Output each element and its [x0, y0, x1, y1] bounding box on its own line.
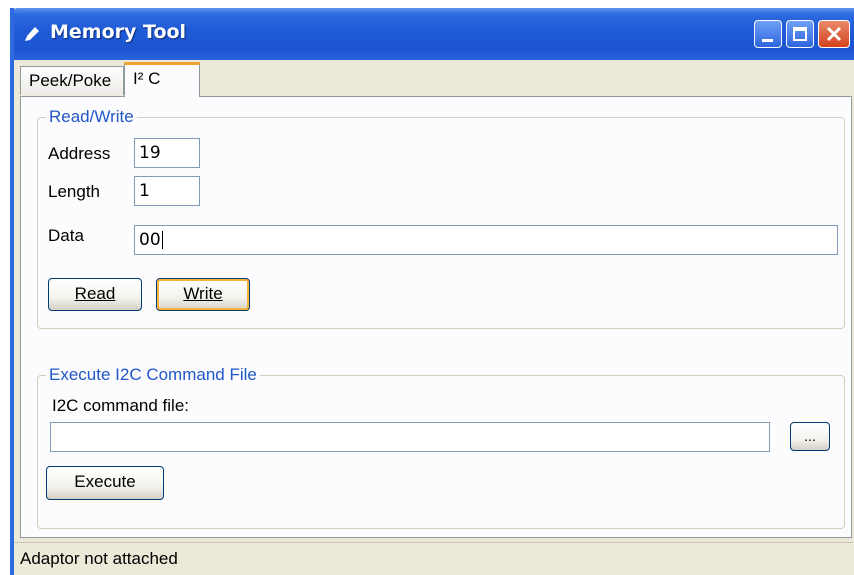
data-field-value: 00 — [139, 230, 161, 250]
maximize-icon — [793, 27, 807, 41]
address-label: Address — [48, 144, 111, 163]
read-write-group: Read/Write Address 19 Length 1 Data 00 R… — [37, 107, 845, 329]
status-bar: Adaptor not attached — [14, 542, 854, 575]
data-field[interactable]: 00 — [134, 225, 838, 255]
tab-i2c[interactable]: I² C — [124, 62, 200, 97]
length-field[interactable]: 1 — [134, 176, 200, 206]
length-label: Length — [48, 182, 100, 201]
execute-command-group: Execute I2C Command File I2C command fil… — [37, 365, 845, 529]
maximize-button[interactable] — [786, 20, 814, 48]
command-file-field[interactable] — [50, 422, 770, 452]
address-field[interactable]: 19 — [134, 138, 200, 168]
tab-strip: Peek/Poke I² C — [14, 60, 854, 98]
memory-tool-window: Memory Tool Peek/Poke I² C Read/Write Ad… — [10, 8, 854, 575]
text-caret — [161, 231, 163, 249]
pen-icon — [25, 27, 39, 41]
minimize-icon — [762, 39, 773, 42]
window-title: Memory Tool — [50, 21, 187, 43]
write-button[interactable]: Write — [156, 278, 250, 311]
close-icon — [826, 26, 842, 42]
minimize-button[interactable] — [754, 20, 782, 48]
close-button[interactable] — [818, 20, 850, 48]
execute-legend: Execute I2C Command File — [46, 365, 260, 385]
command-file-label: I2C command file: — [52, 396, 189, 415]
title-bar[interactable]: Memory Tool — [14, 8, 854, 60]
read-button[interactable]: Read — [48, 278, 142, 311]
i2c-tab-panel: Read/Write Address 19 Length 1 Data 00 R… — [20, 96, 852, 538]
data-label: Data — [48, 226, 84, 245]
browse-button[interactable]: ... — [790, 422, 830, 451]
execute-button[interactable]: Execute — [46, 466, 164, 500]
read-write-legend: Read/Write — [46, 107, 137, 127]
tab-peek-poke[interactable]: Peek/Poke — [20, 66, 124, 95]
